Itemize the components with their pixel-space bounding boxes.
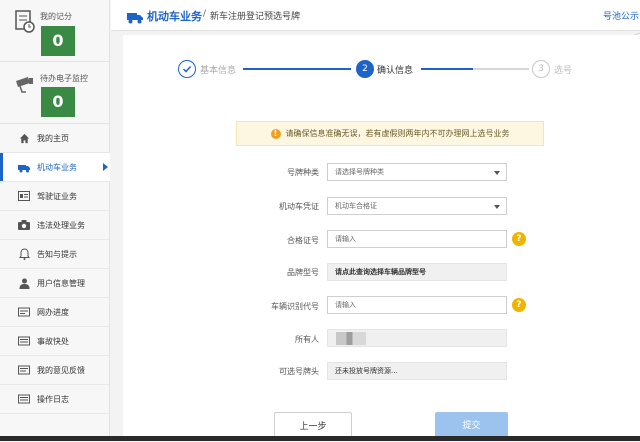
brand-model-label: 品牌型号 (287, 268, 319, 277)
owner-field (327, 329, 507, 347)
plate-type-select[interactable]: 请选择号牌种类 (327, 163, 507, 181)
feedback-icon (18, 364, 30, 376)
monitor-label: 待办电子监控 (40, 74, 88, 83)
license-icon (18, 190, 30, 202)
owner-redacted (336, 332, 366, 345)
camera-icon (18, 219, 30, 231)
vehicle-cert-select[interactable]: 机动车合格证 (327, 197, 507, 215)
page-title: 新车注册登记预选号牌 (210, 12, 301, 22)
monitor-panel[interactable]: 待办电子监控 0 (0, 62, 110, 124)
warning-icon: ! (270, 128, 281, 139)
my-score-panel[interactable]: 我的记分 0 (0, 0, 110, 62)
accident-icon (18, 335, 30, 347)
sidebar-item-vehicle[interactable]: 机动车业务 (0, 153, 110, 182)
sidebar-item-label: 操作日志 (37, 394, 69, 404)
score-value: 0 (41, 26, 75, 56)
home-icon (18, 132, 30, 144)
sidebar-item-violation[interactable]: 违法处理业务 (0, 211, 110, 240)
plate-prefix-label: 可选号牌头 (279, 367, 319, 376)
step-3-label: 选号 (554, 66, 573, 76)
sidebar-item-label: 违法处理业务 (37, 220, 85, 230)
sidebar: 我的记分 0 待办电子监控 0 我的主页 机动车业务 驾驶证业务 违法处理业务 … (0, 0, 110, 441)
progress-icon (18, 306, 30, 318)
vehicle-cert-label: 机动车凭证 (279, 202, 319, 211)
breadcrumb-separator: / (203, 9, 207, 19)
sidebar-item-log[interactable]: 操作日志 (0, 385, 110, 414)
sidebar-item-label: 用户信息管理 (37, 278, 85, 288)
sidebar-item-accident[interactable]: 事故快处 (0, 327, 110, 356)
sidebar-item-label: 告知与提示 (37, 249, 77, 259)
step-2-line-active (421, 68, 473, 70)
car-icon (18, 161, 30, 173)
breadcrumb-bar: 机动车业务 / 新车注册登记预选号牌 号池公示 (111, 0, 640, 31)
plate-type-label: 号牌种类 (287, 168, 319, 177)
step-3-circle: 3 (532, 60, 550, 78)
step-2-circle: 2 (356, 60, 374, 78)
score-document-icon (14, 10, 36, 34)
user-icon (18, 277, 30, 289)
sidebar-item-label: 事故快处 (37, 336, 69, 346)
sidebar-item-label: 网办进度 (37, 307, 69, 317)
sidebar-item-notices[interactable]: 告知与提示 (0, 240, 110, 269)
cert-no-help-icon[interactable]: ? (512, 232, 526, 246)
sidebar-item-label: 我的主页 (37, 133, 69, 143)
plate-pool-link[interactable]: 号池公示 (603, 9, 639, 22)
vin-input[interactable]: 请输入 (327, 296, 507, 314)
notice-text: 请确保信息准确无误，若有虚假则两年内不可办理网上选号业务 (285, 129, 510, 138)
cert-no-label: 合格证号 (287, 236, 319, 245)
breadcrumb-section[interactable]: 机动车业务 (147, 8, 202, 24)
sidebar-item-license[interactable]: 驾驶证业务 (0, 182, 110, 211)
log-icon (18, 393, 30, 405)
sidebar-item-home[interactable]: 我的主页 (0, 124, 110, 153)
step-1-check-icon (178, 60, 196, 78)
step-2-line-pending (473, 68, 529, 70)
step-1-line (243, 68, 351, 70)
sidebar-item-label: 我的意见反馈 (37, 365, 85, 375)
taskbar (0, 436, 640, 441)
notice-banner: ! 请确保信息准确无误，若有虚假则两年内不可办理网上选号业务 (236, 121, 544, 146)
sidebar-item-feedback[interactable]: 我的意见反馈 (0, 356, 110, 385)
owner-label: 所有人 (295, 335, 319, 344)
sidebar-item-progress[interactable]: 网办进度 (0, 298, 110, 327)
truck-icon (127, 9, 143, 28)
step-2-label: 确认信息 (377, 66, 414, 76)
monitor-camera-icon (14, 72, 36, 96)
plate-prefix-field: 还未投放号牌资源... (327, 362, 507, 380)
vin-help-icon[interactable]: ? (512, 298, 526, 312)
bell-icon (18, 248, 30, 260)
sidebar-item-label: 机动车业务 (37, 162, 77, 172)
sidebar-item-user-info[interactable]: 用户信息管理 (0, 269, 110, 298)
sidebar-item-label: 驾驶证业务 (37, 191, 77, 201)
step-1-label: 基本信息 (200, 66, 237, 76)
sidebar-menu: 我的主页 机动车业务 驾驶证业务 违法处理业务 告知与提示 用户信息管理 网办进… (0, 124, 110, 414)
vin-label: 车辆识别代号 (271, 302, 319, 311)
brand-model-field[interactable]: 请点此查询选择车辆品牌型号 (327, 263, 507, 281)
cert-no-input[interactable]: 请输入 (327, 230, 507, 248)
step-indicator: 基本信息 2 确认信息 3 选号 (123, 35, 640, 105)
main-panel: 基本信息 2 确认信息 3 选号 ! 请确保信息准确无误，若有虚假则两年内不可办… (123, 35, 640, 441)
monitor-value: 0 (41, 87, 75, 117)
score-label: 我的记分 (40, 12, 72, 21)
active-arrow-icon (103, 163, 108, 171)
